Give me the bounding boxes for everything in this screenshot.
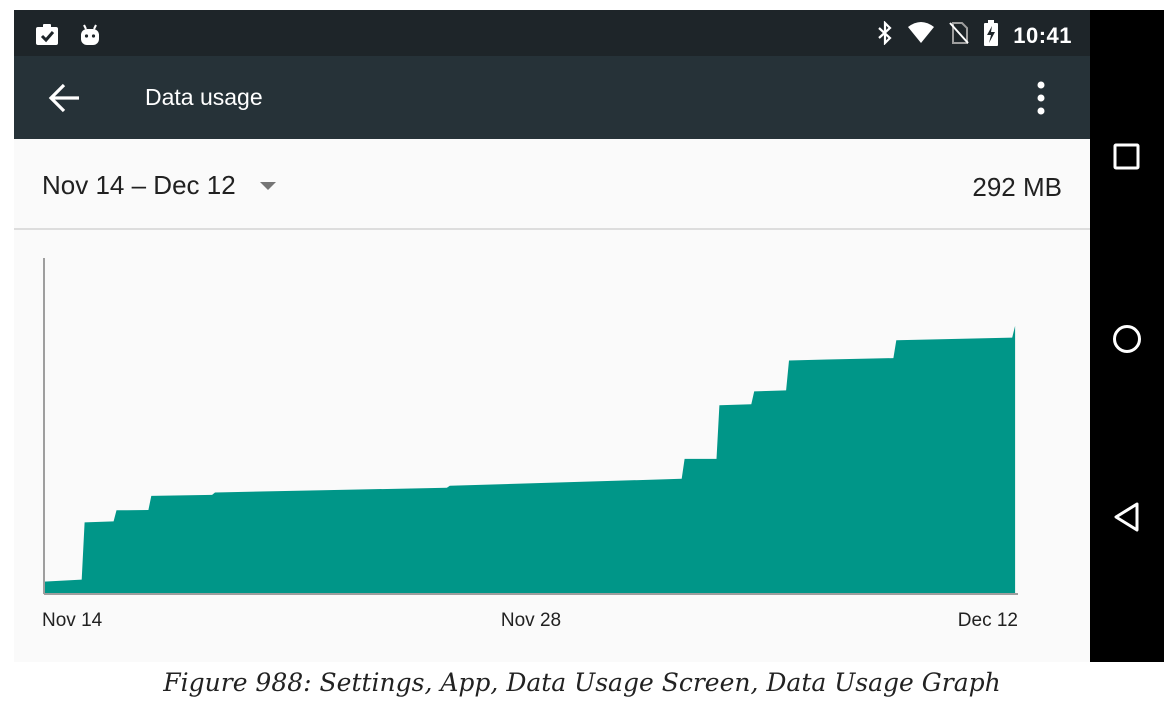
x-tick-label: Nov 28 xyxy=(501,610,561,631)
clipboard-check-icon xyxy=(34,23,60,52)
no-sim-icon xyxy=(949,21,969,50)
cycle-range-label: Nov 14 – Dec 12 xyxy=(42,170,236,200)
home-icon[interactable] xyxy=(1110,322,1144,356)
bluetooth-icon xyxy=(877,20,893,50)
wifi-icon xyxy=(907,21,935,50)
arrow-back-icon[interactable] xyxy=(48,82,82,114)
system-nav-bar xyxy=(1090,10,1164,662)
status-clock: 10:41 xyxy=(1013,22,1072,48)
page-title: Data usage xyxy=(145,84,263,110)
android-icon xyxy=(78,23,102,52)
recents-icon[interactable] xyxy=(1110,140,1144,174)
more-vert-icon[interactable] xyxy=(1034,80,1048,116)
dropdown-arrow-icon xyxy=(259,181,276,190)
usage-area-series xyxy=(44,325,1016,594)
cycle-row: Nov 14 – Dec 12 292 MB xyxy=(14,140,1090,230)
x-tick-label: Dec 12 xyxy=(958,610,1018,631)
status-bar: 10:41 xyxy=(14,10,1090,56)
cycle-dropdown[interactable]: Nov 14 – Dec 12 xyxy=(42,170,276,201)
usage-chart-svg: Nov 14 Nov 28 Dec 12 xyxy=(42,258,1018,631)
total-usage: 292 MB xyxy=(972,172,1062,202)
figure-caption: Figure 988: Settings, App, Data Usage Sc… xyxy=(163,668,1001,697)
back-icon[interactable] xyxy=(1110,500,1144,534)
device-screen: 10:41 Data usage Nov 14 – Dec 12 292 MB … xyxy=(14,10,1164,662)
x-tick-label: Nov 14 xyxy=(42,610,103,631)
battery-charging-icon xyxy=(983,20,999,51)
usage-graph: Nov 14 Nov 28 Dec 12 xyxy=(14,230,1090,662)
app-toolbar: Data usage xyxy=(14,56,1090,139)
